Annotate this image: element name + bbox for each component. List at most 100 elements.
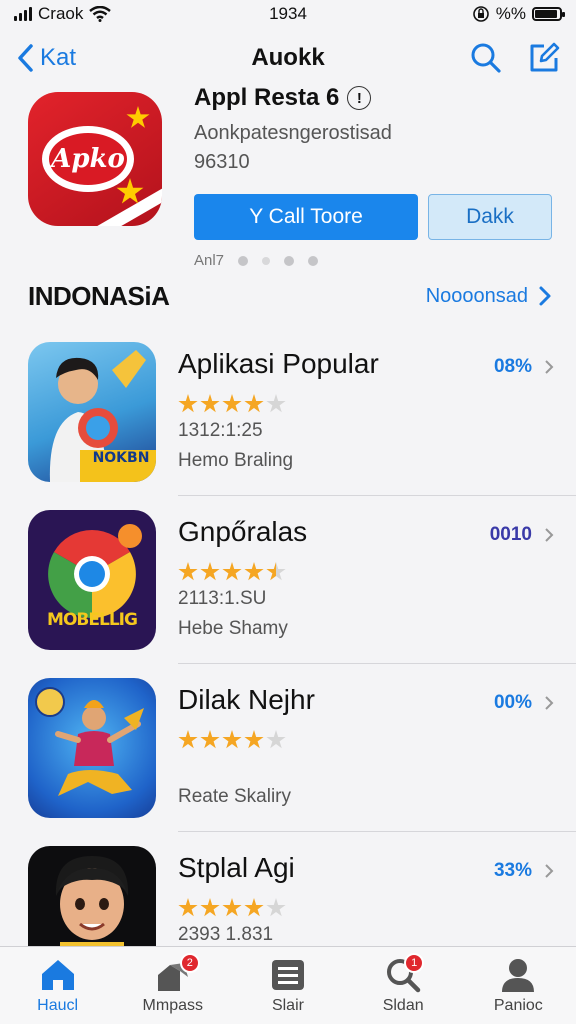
tab-search[interactable]: 1 Sldan — [348, 953, 458, 1015]
search-icon[interactable] — [470, 42, 502, 74]
rating-stars — [178, 730, 478, 750]
featured-app-subtitle: Aonkpatesngerostisad — [194, 122, 392, 144]
star-icon — [200, 394, 220, 413]
rating-stars — [178, 394, 478, 414]
tab-label: Slair — [271, 997, 304, 1014]
chevron-right-icon — [545, 864, 554, 878]
app-icon — [28, 678, 156, 818]
list-item[interactable]: MOBELLIG Gnpőralas 2113:1.SU Hebe Shamy … — [0, 496, 576, 664]
star-icon — [266, 394, 286, 413]
list-item[interactable]: NOKBN Aplikasi Popular 1312:1:25 Hemo Br… — [0, 328, 576, 496]
app-list: NOKBN Aplikasi Popular 1312:1:25 Hemo Br… — [0, 328, 576, 1000]
home-icon — [41, 960, 74, 990]
app-category: Hebe Shamy — [178, 618, 288, 639]
star-icon — [244, 730, 264, 749]
app-price-label: 08% — [493, 356, 532, 377]
app-category: Reate Skaliry — [178, 786, 291, 807]
app-icon: MOBELLIG — [28, 510, 156, 650]
app-price[interactable]: 08% — [494, 356, 554, 378]
app-price[interactable]: 0010 — [490, 524, 554, 546]
star-icon — [178, 898, 198, 917]
star-icon — [178, 394, 198, 413]
back-button[interactable]: Kat — [16, 43, 76, 73]
app-info: Stplal Agi 2393 1.831 — [178, 852, 478, 946]
dancer-character-icon — [35, 687, 144, 796]
rating-stars — [178, 898, 478, 918]
section-title: INDONASiA — [28, 280, 170, 311]
tab-bar: Haucl 2 Mmpass Slair 1 Sldan Panioc — [0, 946, 576, 1024]
app-icon: NOKBN — [28, 342, 156, 482]
tab-list[interactable]: Slair — [233, 957, 343, 1015]
notification-badge: 2 — [179, 953, 200, 973]
status-bar: Craok 1934 %% — [0, 0, 576, 28]
chevron-left-icon — [18, 44, 33, 72]
star-icon — [266, 730, 286, 749]
rating-stars — [178, 562, 478, 582]
page-dot[interactable] — [284, 255, 295, 266]
chevron-right-icon — [539, 286, 551, 306]
star-icon — [244, 562, 264, 581]
chevron-right-icon — [545, 528, 554, 542]
get-button[interactable]: Y Call Toore — [194, 194, 418, 240]
star-icon — [266, 562, 286, 581]
page-indicator-label: Anl7 — [194, 252, 225, 269]
app-icon-text: MOBELLIG — [47, 610, 138, 630]
featured-app-code: 96310 — [194, 151, 250, 173]
tab-label: Panioc — [493, 997, 543, 1014]
app-meta — [178, 756, 478, 778]
app-info: Gnpőralas 2113:1.SU Hebe Shamy — [178, 516, 478, 640]
app-price[interactable]: 00% — [494, 692, 554, 714]
app-price[interactable]: 33% — [494, 860, 554, 882]
app-logo: Apko — [42, 126, 134, 192]
list-icon — [271, 960, 304, 990]
see-all-link[interactable]: Noooonsad — [426, 285, 552, 308]
person-icon — [502, 959, 535, 992]
star-icon — [200, 730, 220, 749]
app-icon — [28, 846, 156, 956]
section-header: INDONASiA Noooonsad — [28, 278, 552, 314]
star-icon — [244, 394, 264, 413]
compose-icon[interactable] — [528, 42, 560, 74]
sparkle-icon — [126, 106, 150, 128]
chevron-right-icon — [545, 696, 554, 710]
featured-app-title: Appl Resta 6 — [194, 84, 340, 111]
star-icon — [200, 562, 220, 581]
star-icon — [244, 898, 264, 917]
tab-label: Sldan — [382, 997, 424, 1014]
app-info: Aplikasi Popular 1312:1:25 Hemo Braling — [178, 348, 478, 472]
app-price-label: 0010 — [489, 524, 532, 545]
tab-label: Mmpass — [142, 997, 203, 1014]
featured-app-title-row: Appl Resta 6 ! — [194, 84, 552, 112]
page-dot[interactable] — [262, 256, 271, 265]
star-icon — [266, 898, 286, 917]
back-label: Kat — [40, 44, 77, 71]
list-item[interactable]: Dilak Nejhr Reate Skaliry 00% — [0, 664, 576, 832]
star-icon — [178, 730, 198, 749]
info-icon[interactable]: ! — [347, 86, 372, 110]
nav-actions — [470, 42, 560, 74]
tab-games[interactable]: 2 Mmpass — [118, 953, 228, 1015]
details-button[interactable]: Dakk — [428, 194, 552, 240]
app-name: Dilak Nejhr — [178, 684, 315, 715]
star-icon — [222, 730, 242, 749]
see-all-label: Noooonsad — [425, 284, 528, 307]
battery-fill — [535, 10, 557, 18]
tab-label: Haucl — [37, 997, 79, 1014]
app-price-label: 33% — [493, 860, 532, 881]
nav-bar: Kat Auokk — [0, 36, 576, 80]
page-dot[interactable] — [308, 255, 319, 266]
featured-app-buttons: Y Call Toore Dakk — [194, 194, 552, 240]
app-price-label: 00% — [493, 692, 532, 713]
app-meta: 2393 1.831 — [178, 924, 274, 945]
page-dot[interactable] — [238, 255, 249, 266]
tab-home[interactable]: Haucl — [3, 957, 113, 1015]
page-indicator: Anl7 — [194, 252, 552, 269]
featured-app: Apko Appl Resta 6 ! Aonkpatesngerostisad… — [28, 84, 552, 269]
boy-character-icon — [55, 856, 129, 956]
star-icon — [200, 898, 220, 917]
featured-app-icon[interactable]: Apko — [28, 92, 162, 226]
app-name: Aplikasi Popular — [178, 348, 379, 379]
app-meta: 1312:1:25 — [178, 420, 263, 441]
chevron-right-icon — [545, 360, 554, 374]
tab-profile[interactable]: Panioc — [463, 957, 573, 1015]
